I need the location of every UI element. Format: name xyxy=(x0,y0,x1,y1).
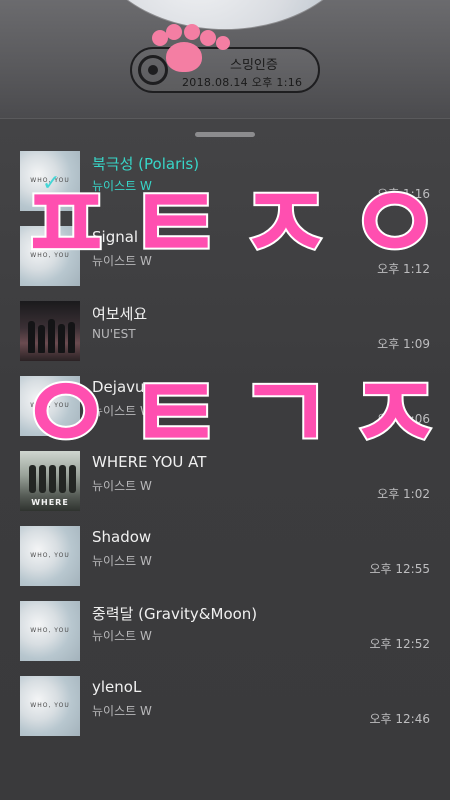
song-artist: NU'EST xyxy=(92,327,136,341)
played-time: 오후 1:09 xyxy=(377,337,430,351)
song-row[interactable]: WHO, YOU Shadow 뉴이스트 W 오후 12:55 xyxy=(0,526,450,601)
album-thumbnail: WHO, YOU xyxy=(20,226,80,286)
song-row[interactable]: WHO, YOU ylenoL 뉴이스트 W 오후 12:46 xyxy=(0,676,450,751)
album-thumbnail: WHO, YOU xyxy=(20,376,80,436)
song-artist: 뉴이스트 W xyxy=(92,554,152,568)
album-thumbnail: WHO, YOU xyxy=(20,676,80,736)
played-time: 오후 12:52 xyxy=(369,637,430,651)
played-time: 오후 1:16 xyxy=(377,187,430,201)
played-time: 오후 12:55 xyxy=(369,562,430,576)
played-time: 오후 1:12 xyxy=(377,262,430,276)
played-time: 오후 1:06 xyxy=(377,412,430,426)
album-thumbnail: WHERE xyxy=(20,451,80,511)
song-artist: 뉴이스트 W xyxy=(92,179,152,193)
song-artist: 뉴이스트 W xyxy=(92,254,152,268)
album-thumbnail-text: WHO, YOU xyxy=(30,702,70,709)
album-thumbnail: WHO, YOU xyxy=(20,601,80,661)
album-thumbnail: WHO, YOU xyxy=(20,526,80,586)
now-playing-header: 스밍인증 2018.08.14 오후 1:16 xyxy=(0,0,450,118)
song-row[interactable]: WHO, YOU Signal 뉴이스트 W 오후 1:12 xyxy=(0,226,450,301)
song-row[interactable]: WHO, YOU Dejavu 뉴이스트 W 오후 1:06 xyxy=(0,376,450,451)
recent-songs-sheet[interactable]: WHO, YOU ✓ 북극성 (Polaris) 뉴이스트 W 오후 1:16 … xyxy=(0,118,450,800)
song-row[interactable]: WHERE WHERE YOU AT 뉴이스트 W 오후 1:02 xyxy=(0,451,450,526)
album-thumbnail-text: WHO, YOU xyxy=(30,402,70,409)
song-artist: 뉴이스트 W xyxy=(92,704,152,718)
album-thumbnail xyxy=(20,301,80,361)
album-thumbnail-text: WHERE xyxy=(31,498,69,507)
song-title: Dejavu xyxy=(92,378,145,396)
played-time: 오후 12:46 xyxy=(369,712,430,726)
album-thumbnail-text: WHO, YOU xyxy=(30,627,70,634)
song-row[interactable]: 여보세요 NU'EST 오후 1:09 xyxy=(0,301,450,376)
song-title: Signal xyxy=(92,228,139,246)
song-title: 중력달 (Gravity&Moon) xyxy=(92,605,258,623)
song-title: 여보세요 xyxy=(92,305,148,323)
sheet-drag-handle[interactable] xyxy=(195,132,255,137)
paw-icon xyxy=(150,22,240,78)
album-thumbnail-text: WHO, YOU xyxy=(30,552,70,559)
song-artist: 뉴이스트 W xyxy=(92,629,152,643)
album-thumbnail-text: WHO, YOU xyxy=(30,252,70,259)
played-time: 오후 1:02 xyxy=(377,487,430,501)
song-artist: 뉴이스트 W xyxy=(92,479,152,493)
song-artist: 뉴이스트 W xyxy=(92,404,152,418)
song-title: WHERE YOU AT xyxy=(92,453,207,471)
song-title: 북극성 (Polaris) xyxy=(92,155,200,173)
song-row[interactable]: WHO, YOU 중력달 (Gravity&Moon) 뉴이스트 W 오후 12… xyxy=(0,601,450,676)
song-title: Shadow xyxy=(92,528,152,546)
check-icon: ✓ xyxy=(42,171,61,196)
song-row[interactable]: WHO, YOU ✓ 북극성 (Polaris) 뉴이스트 W 오후 1:16 xyxy=(0,151,450,226)
song-title: ylenoL xyxy=(92,678,142,696)
